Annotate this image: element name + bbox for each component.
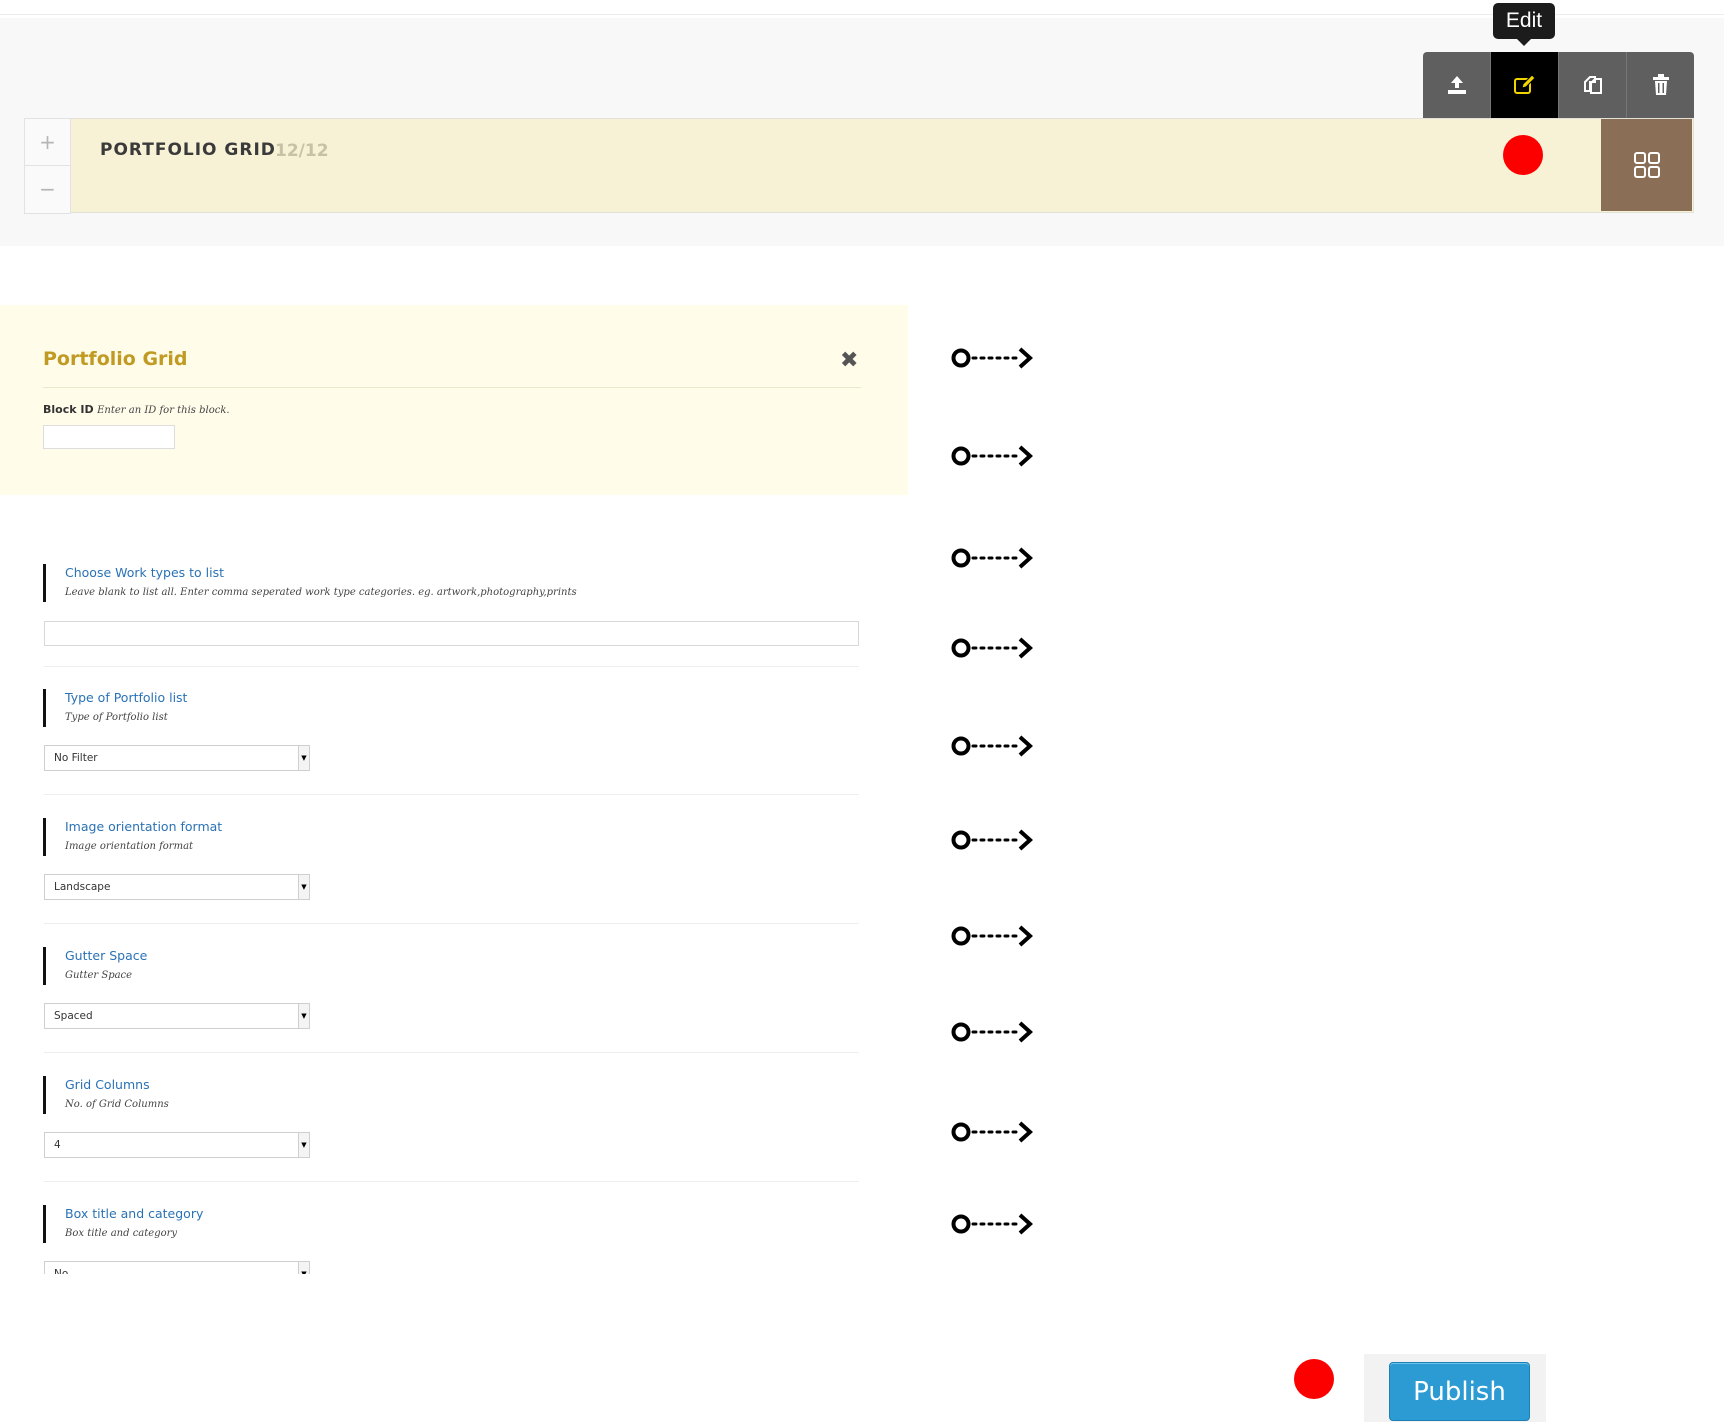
header-divider: [0, 14, 1724, 15]
decrease-width-button[interactable]: −: [25, 166, 70, 212]
edit-button[interactable]: [1491, 52, 1559, 118]
callout-arrow-icon: [951, 829, 1033, 851]
panel-title: Portfolio Grid: [43, 348, 188, 370]
edit-icon: [1513, 74, 1536, 94]
portfolio-grid-block[interactable]: [24, 118, 1694, 213]
callout-arrow-icon: [951, 1213, 1033, 1235]
callout-arrow-icon: [951, 347, 1033, 369]
grid-columns-select[interactable]: 4 ▼: [44, 1132, 310, 1158]
copy-button[interactable]: [1559, 52, 1627, 118]
field-accent-bar: [43, 1205, 46, 1243]
field-divider: [44, 666, 859, 667]
callout-arrow-icon: [951, 445, 1033, 467]
select-clip: No ▼: [44, 1261, 314, 1274]
settings-panel: [0, 305, 908, 495]
edit-tooltip: Edit: [1493, 3, 1555, 46]
work-types-input[interactable]: [44, 621, 859, 646]
callout-arrow-icon: [951, 925, 1033, 947]
field-title-portfolio-type: Type of Portfolio list: [65, 690, 188, 705]
gutter-space-select[interactable]: Spaced ▼: [44, 1003, 310, 1029]
copy-icon: [1583, 76, 1602, 94]
field-accent-bar: [43, 818, 46, 856]
callout-arrow-icon: [951, 1021, 1033, 1043]
panel-divider: [43, 387, 861, 388]
field-title-work-types: Choose Work types to list: [65, 565, 225, 580]
upload-button[interactable]: [1423, 52, 1491, 118]
field-title-gutter-space: Gutter Space: [65, 948, 148, 963]
close-icon[interactable]: ✖: [840, 350, 858, 372]
callout-arrow-icon: [951, 735, 1033, 757]
box-title-select[interactable]: No ▼: [44, 1261, 310, 1274]
field-accent-bar: [43, 947, 46, 985]
field-accent-bar: [43, 564, 46, 602]
select-value: No Filter: [54, 752, 98, 764]
dropdown-arrow-icon: ▼: [298, 875, 309, 899]
highlight-marker: [1503, 135, 1543, 175]
block-size: 12/12: [275, 141, 329, 161]
field-divider: [44, 1052, 859, 1053]
dropdown-arrow-icon: ▼: [298, 746, 309, 770]
field-desc-gutter-space: Gutter Space: [65, 970, 133, 981]
field-desc-grid-columns: No. of Grid Columns: [65, 1099, 169, 1110]
select-value: 4: [54, 1139, 61, 1151]
field-divider: [44, 794, 859, 795]
select-value: Landscape: [54, 881, 111, 893]
field-desc-box-title: Box title and category: [65, 1228, 178, 1239]
field-accent-bar: [43, 689, 46, 727]
block-type-button[interactable]: [1601, 119, 1692, 211]
dropdown-arrow-icon: ▼: [298, 1262, 309, 1274]
delete-button[interactable]: [1627, 52, 1694, 118]
field-title-grid-columns: Grid Columns: [65, 1077, 150, 1092]
upload-icon: [1447, 76, 1466, 94]
block-id-hint: Enter an ID for this block.: [97, 405, 230, 416]
field-title-box-title: Box title and category: [65, 1206, 204, 1221]
block-id-label: Block ID Enter an ID for this block.: [43, 403, 230, 416]
block-toolbar: [1423, 52, 1694, 118]
trash-icon: [1652, 74, 1669, 95]
callout-arrow-icon: [951, 1121, 1033, 1143]
field-desc-image-orientation: Image orientation format: [65, 841, 194, 852]
highlight-marker: [1294, 1359, 1334, 1399]
resize-controls: + −: [24, 118, 71, 214]
field-desc-work-types: Leave blank to list all. Enter comma sep…: [65, 587, 577, 598]
dropdown-arrow-icon: ▼: [298, 1133, 309, 1157]
callout-arrow-icon: [951, 637, 1033, 659]
field-title-image-orientation: Image orientation format: [65, 819, 223, 834]
portfolio-type-select[interactable]: No Filter ▼: [44, 745, 310, 771]
increase-width-button[interactable]: +: [25, 119, 70, 166]
image-orientation-select[interactable]: Landscape ▼: [44, 874, 310, 900]
block-title: PORTFOLIO GRID: [100, 140, 276, 160]
field-divider: [44, 1181, 859, 1182]
grid-icon: [1633, 152, 1660, 178]
select-value: No: [54, 1268, 69, 1274]
dropdown-arrow-icon: ▼: [298, 1004, 309, 1028]
callout-arrow-icon: [951, 547, 1033, 569]
publish-button[interactable]: Publish: [1389, 1362, 1530, 1421]
field-divider: [44, 923, 859, 924]
block-id-input[interactable]: [43, 425, 175, 449]
field-accent-bar: [43, 1076, 46, 1114]
select-value: Spaced: [54, 1010, 93, 1022]
block-id-label-text: Block ID: [43, 403, 94, 416]
field-desc-portfolio-type: Type of Portfolio list: [65, 712, 168, 723]
